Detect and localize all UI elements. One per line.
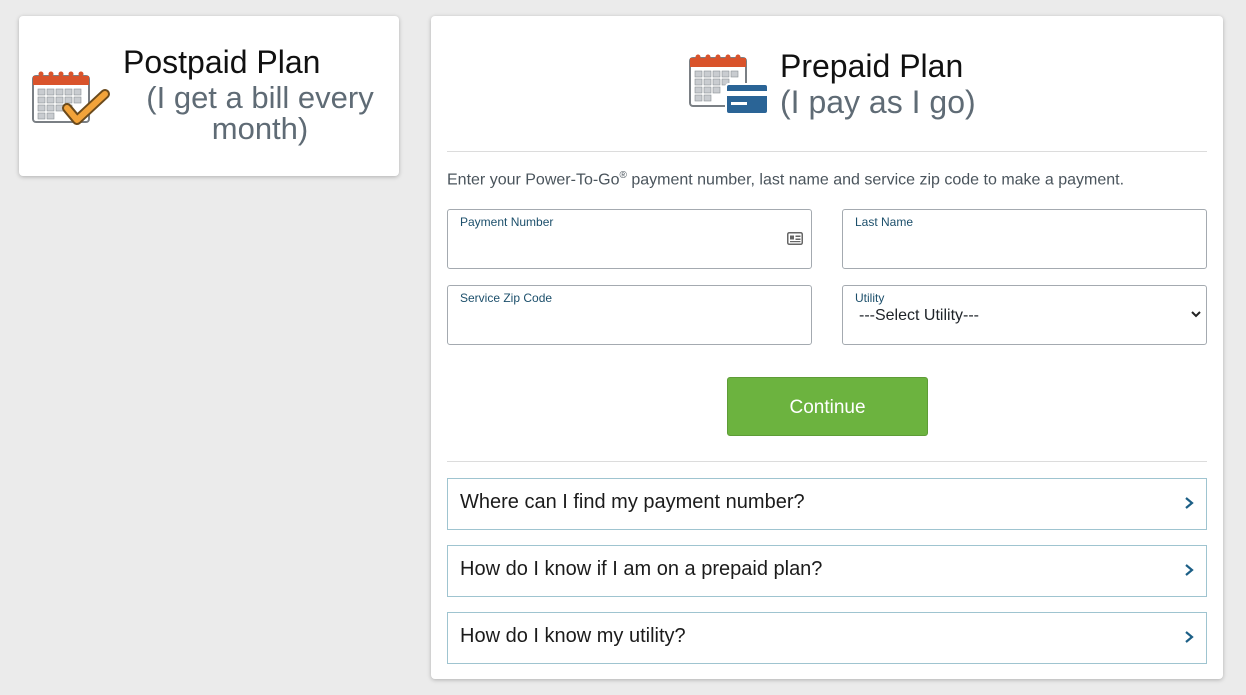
- payment-number-label: Payment Number: [460, 215, 554, 229]
- zip-code-label: Service Zip Code: [460, 291, 553, 305]
- zip-code-field[interactable]: Service Zip Code: [447, 285, 812, 345]
- postpaid-subtitle-line2: month): [211, 111, 309, 146]
- faq-question: How do I know my utility?: [460, 625, 686, 647]
- prepaid-title: Prepaid Plan: [780, 48, 964, 84]
- instructions-after: payment number, last name and service zi…: [626, 171, 1125, 189]
- prepaid-plan-card: Prepaid Plan (I pay as I go) Enter your …: [431, 16, 1223, 679]
- postpaid-subtitle: (I get a bill every month): [123, 82, 397, 144]
- last-name-field[interactable]: Last Name: [842, 209, 1207, 269]
- continue-button[interactable]: Continue: [727, 377, 928, 436]
- calendar-check-icon: [32, 71, 110, 125]
- faq-question: Where can I find my payment number?: [460, 491, 805, 513]
- calendar-card-icon: [689, 54, 769, 115]
- divider: [447, 151, 1207, 152]
- last-name-label: Last Name: [855, 215, 914, 229]
- faq-payment-number[interactable]: Where can I find my payment number?: [447, 478, 1207, 530]
- instructions-text: Enter your Power-To-Go® payment number, …: [447, 170, 1124, 189]
- instructions-before: Enter your Power-To-Go: [447, 171, 620, 189]
- faq-utility[interactable]: How do I know my utility?: [447, 612, 1207, 664]
- card-id-icon: [787, 232, 803, 245]
- chevron-right-icon: [1185, 564, 1194, 576]
- faq-question: How do I know if I am on a prepaid plan?: [460, 558, 823, 580]
- faq-prepaid-plan[interactable]: How do I know if I am on a prepaid plan?: [447, 545, 1207, 597]
- payment-number-field[interactable]: Payment Number: [447, 209, 812, 269]
- chevron-down-icon: [1191, 311, 1201, 318]
- postpaid-subtitle-line1: (I get a bill every: [146, 80, 374, 115]
- divider: [447, 461, 1207, 462]
- registered-mark: ®: [619, 170, 627, 181]
- chevron-right-icon: [1185, 631, 1194, 643]
- postpaid-plan-card[interactable]: Postpaid Plan (I get a bill every month): [19, 16, 399, 176]
- prepaid-subtitle: (I pay as I go): [780, 84, 976, 120]
- zip-code-input[interactable]: [460, 310, 775, 338]
- chevron-right-icon: [1185, 497, 1194, 509]
- last-name-input[interactable]: [855, 234, 1170, 262]
- utility-label: Utility: [855, 291, 885, 305]
- utility-select[interactable]: Utility ---Select Utility---: [842, 285, 1207, 345]
- postpaid-title: Postpaid Plan: [123, 44, 321, 80]
- utility-selected-value: ---Select Utility---: [859, 307, 979, 324]
- payment-number-input[interactable]: [460, 234, 775, 262]
